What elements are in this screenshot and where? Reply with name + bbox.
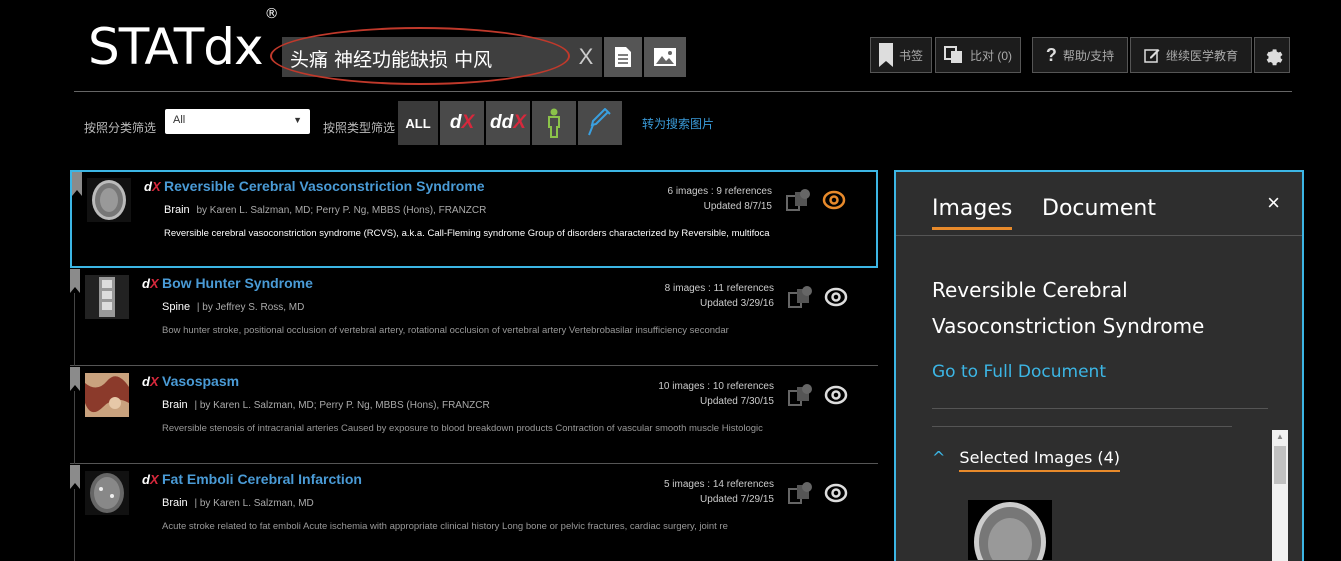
- preview-title: Reversible Cerebral Vasoconstriction Syn…: [932, 278, 1205, 338]
- panel-divider: [932, 426, 1232, 427]
- clear-search-button[interactable]: X: [570, 37, 602, 77]
- preview-eye-icon[interactable]: [822, 188, 846, 212]
- result-authors: by Karen L. Salzman, MD; Perry P. Ng, MB…: [196, 205, 487, 216]
- document-search-button[interactable]: [604, 37, 642, 77]
- category-select[interactable]: All ▼: [165, 109, 310, 134]
- result-counts: 10 images : 10 references Updated 7/30/1…: [658, 381, 774, 407]
- result-thumbnail[interactable]: [85, 471, 129, 515]
- tab-document[interactable]: Document: [1042, 196, 1156, 221]
- result-meta: Spine | by Jeffrey S. Ross, MD: [162, 301, 304, 313]
- result-thumbnail[interactable]: [85, 373, 129, 417]
- bookmark-icon[interactable]: [72, 172, 82, 196]
- result-subject: Brain: [162, 399, 188, 411]
- tab-images[interactable]: Images: [932, 196, 1013, 230]
- dx-badge-icon: dX: [144, 179, 161, 194]
- compare-add-icon[interactable]: [786, 188, 812, 214]
- result-row[interactable]: dX Bow Hunter Syndrome Spine | by Jeffre…: [70, 269, 878, 366]
- selected-image-thumbnail[interactable]: [968, 500, 1052, 560]
- bookmark-icon[interactable]: [70, 465, 80, 489]
- close-icon[interactable]: ×: [1267, 190, 1280, 216]
- search-input[interactable]: 头痛 神经功能缺损 中风: [282, 37, 570, 77]
- result-title[interactable]: Vasospasm: [162, 373, 239, 389]
- result-title[interactable]: Fat Emboli Cerebral Infarction: [162, 471, 362, 487]
- preview-eye-icon[interactable]: [824, 383, 848, 407]
- panel-scrollbar[interactable]: ▲: [1272, 430, 1288, 561]
- scroll-up-icon[interactable]: ▲: [1276, 432, 1284, 441]
- human-figure-icon: [548, 108, 560, 138]
- question-icon: ?: [1045, 44, 1057, 65]
- result-snippet: Reversible stenosis of intracranial arte…: [162, 423, 763, 434]
- help-button[interactable]: ? 帮助/支持: [1032, 37, 1128, 73]
- result-counts: 5 images : 14 references Updated 7/29/15: [663, 479, 774, 505]
- type-filter-label: 按照类型筛选: [323, 121, 396, 135]
- switch-to-image-search-link[interactable]: 转为搜索图片: [642, 115, 714, 132]
- cme-button[interactable]: 继续医学教育: [1130, 37, 1252, 73]
- result-row[interactable]: dX Vasospasm Brain | by Karen L. Salzman…: [70, 367, 878, 464]
- preview-eye-icon[interactable]: [824, 285, 848, 309]
- result-authors: | by Karen L. Salzman, MD: [194, 498, 314, 509]
- selected-images-toggle[interactable]: ^ Selected Images (4): [932, 448, 1121, 472]
- compare-add-icon[interactable]: [788, 481, 814, 507]
- dx-badge-icon: dX: [142, 276, 159, 291]
- type-ddx-button[interactable]: dd X: [486, 101, 530, 145]
- header-divider: [74, 91, 1292, 92]
- bookmarks-button[interactable]: 书签: [870, 37, 932, 73]
- preview-eye-icon[interactable]: [824, 481, 848, 505]
- dropdown-arrow-icon: ▼: [293, 115, 302, 125]
- syringe-icon: [588, 108, 611, 136]
- category-filter-label: 按照分类筛选: [84, 121, 157, 135]
- result-title[interactable]: Reversible Cerebral Vasoconstriction Syn…: [164, 178, 485, 194]
- compare-add-icon[interactable]: [788, 383, 814, 409]
- type-anatomy-button[interactable]: [532, 101, 576, 145]
- results-list: dX Reversible Cerebral Vasoconstriction …: [70, 170, 878, 561]
- compare-button[interactable]: 比对 (0): [935, 37, 1021, 73]
- type-all-button[interactable]: ALL: [398, 101, 438, 145]
- bookmark-icon: [878, 43, 893, 67]
- statdx-logo[interactable]: STATdx®: [88, 7, 279, 72]
- result-snippet: Reversible cerebral vasoconstriction syn…: [164, 228, 770, 239]
- result-meta: Brain | by Karen L. Salzman, MD: [162, 497, 314, 509]
- search-query: 头痛 神经功能缺损 中风: [290, 49, 493, 71]
- result-subject: Brain: [162, 497, 188, 509]
- compare-icon: [943, 46, 962, 63]
- bookmark-icon[interactable]: [70, 269, 80, 293]
- result-title[interactable]: Bow Hunter Syndrome: [162, 275, 313, 291]
- settings-button[interactable]: [1254, 37, 1290, 73]
- image-search-button[interactable]: [644, 37, 686, 77]
- result-counts: 6 images : 9 references Updated 8/7/15: [667, 186, 773, 212]
- image-icon: [654, 48, 676, 66]
- result-authors: | by Karen L. Salzman, MD; Perry P. Ng, …: [194, 400, 490, 411]
- result-thumbnail[interactable]: [85, 275, 129, 319]
- full-document-link[interactable]: Go to Full Document: [932, 362, 1106, 382]
- scrollbar-thumb[interactable]: [1274, 446, 1286, 484]
- gear-icon: [1266, 49, 1283, 66]
- result-thumbnail[interactable]: [87, 178, 131, 222]
- bookmark-icon[interactable]: [70, 367, 80, 391]
- preview-panel: Images Document × Reversible Cerebral Va…: [894, 170, 1304, 561]
- result-snippet: Bow hunter stroke, positional occlusion …: [162, 325, 729, 336]
- result-authors: | by Jeffrey S. Ross, MD: [196, 302, 305, 313]
- result-subject: Brain: [164, 204, 190, 216]
- result-meta: Brain by Karen L. Salzman, MD; Perry P. …: [164, 204, 486, 216]
- document-icon: [615, 47, 631, 67]
- type-dx-button[interactable]: dX: [440, 101, 484, 145]
- dx-badge-icon: dX: [142, 472, 159, 487]
- result-meta: Brain | by Karen L. Salzman, MD; Perry P…: [162, 399, 490, 411]
- edit-icon: [1144, 49, 1160, 63]
- result-row[interactable]: dX Fat Emboli Cerebral Infarction Brain …: [70, 465, 878, 561]
- preview-tabs: Images Document ×: [896, 172, 1302, 236]
- result-counts: 8 images : 11 references Updated 3/29/16: [664, 283, 774, 309]
- dx-badge-icon: dX: [142, 374, 159, 389]
- result-snippet: Acute stroke related to fat emboli Acute…: [162, 521, 728, 532]
- panel-divider: [932, 408, 1268, 409]
- result-subject: Spine: [162, 301, 191, 313]
- type-procedure-button[interactable]: [578, 101, 622, 145]
- result-row[interactable]: dX Reversible Cerebral Vasoconstriction …: [70, 170, 878, 268]
- chevron-up-icon: ^: [932, 448, 946, 467]
- compare-add-icon[interactable]: [788, 285, 814, 311]
